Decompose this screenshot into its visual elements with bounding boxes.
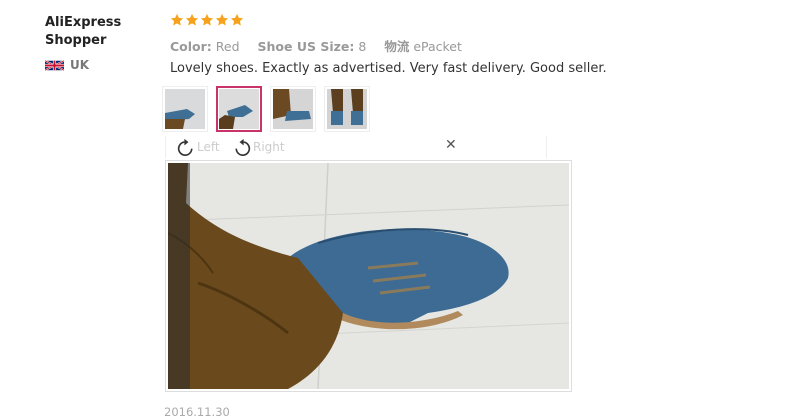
review-photo (168, 163, 569, 389)
attribute-color: Color: Red (170, 39, 240, 54)
attribute-size: Shoe US Size: 8 (257, 39, 367, 54)
star-icon (200, 13, 214, 26)
star-icon (185, 13, 199, 26)
review-thumbnail[interactable] (324, 86, 370, 132)
reviewer-info: AliExpress Shopper UK (44, 14, 155, 72)
reviewer-name: AliExpress Shopper (45, 15, 122, 48)
image-viewer-toolbar: Left Right ✕ (165, 136, 547, 158)
rotate-right-label: Right (253, 140, 285, 154)
rotate-right-icon (235, 138, 251, 156)
attribute-shipping: 物流 ePacket (384, 39, 462, 54)
star-icon (230, 13, 244, 26)
review-date: 2016.11.30 (164, 405, 230, 419)
close-viewer-button[interactable]: ✕ (445, 137, 457, 153)
rotate-left-button[interactable]: Left (176, 138, 220, 156)
country-label: UK (70, 58, 90, 72)
rotate-right-button[interactable]: Right (232, 138, 285, 156)
reviewer-country: UK (44, 58, 155, 72)
review-text: Lovely shoes. Exactly as advertised. Ver… (170, 61, 607, 76)
star-icon (170, 13, 184, 26)
review-thumbnail[interactable] (270, 86, 316, 132)
rotate-left-label: Left (197, 140, 220, 154)
star-rating (170, 13, 244, 27)
order-attributes: Color: Red Shoe US Size: 8 物流 ePacket (170, 36, 476, 55)
review-thumbnail[interactable] (162, 86, 208, 132)
rotate-left-icon (177, 138, 193, 156)
uk-flag-icon (44, 59, 65, 71)
star-icon (215, 13, 229, 26)
review-photo-large (165, 160, 572, 392)
review-thumbnail-active[interactable] (216, 86, 262, 132)
review-thumbnails (162, 86, 370, 132)
